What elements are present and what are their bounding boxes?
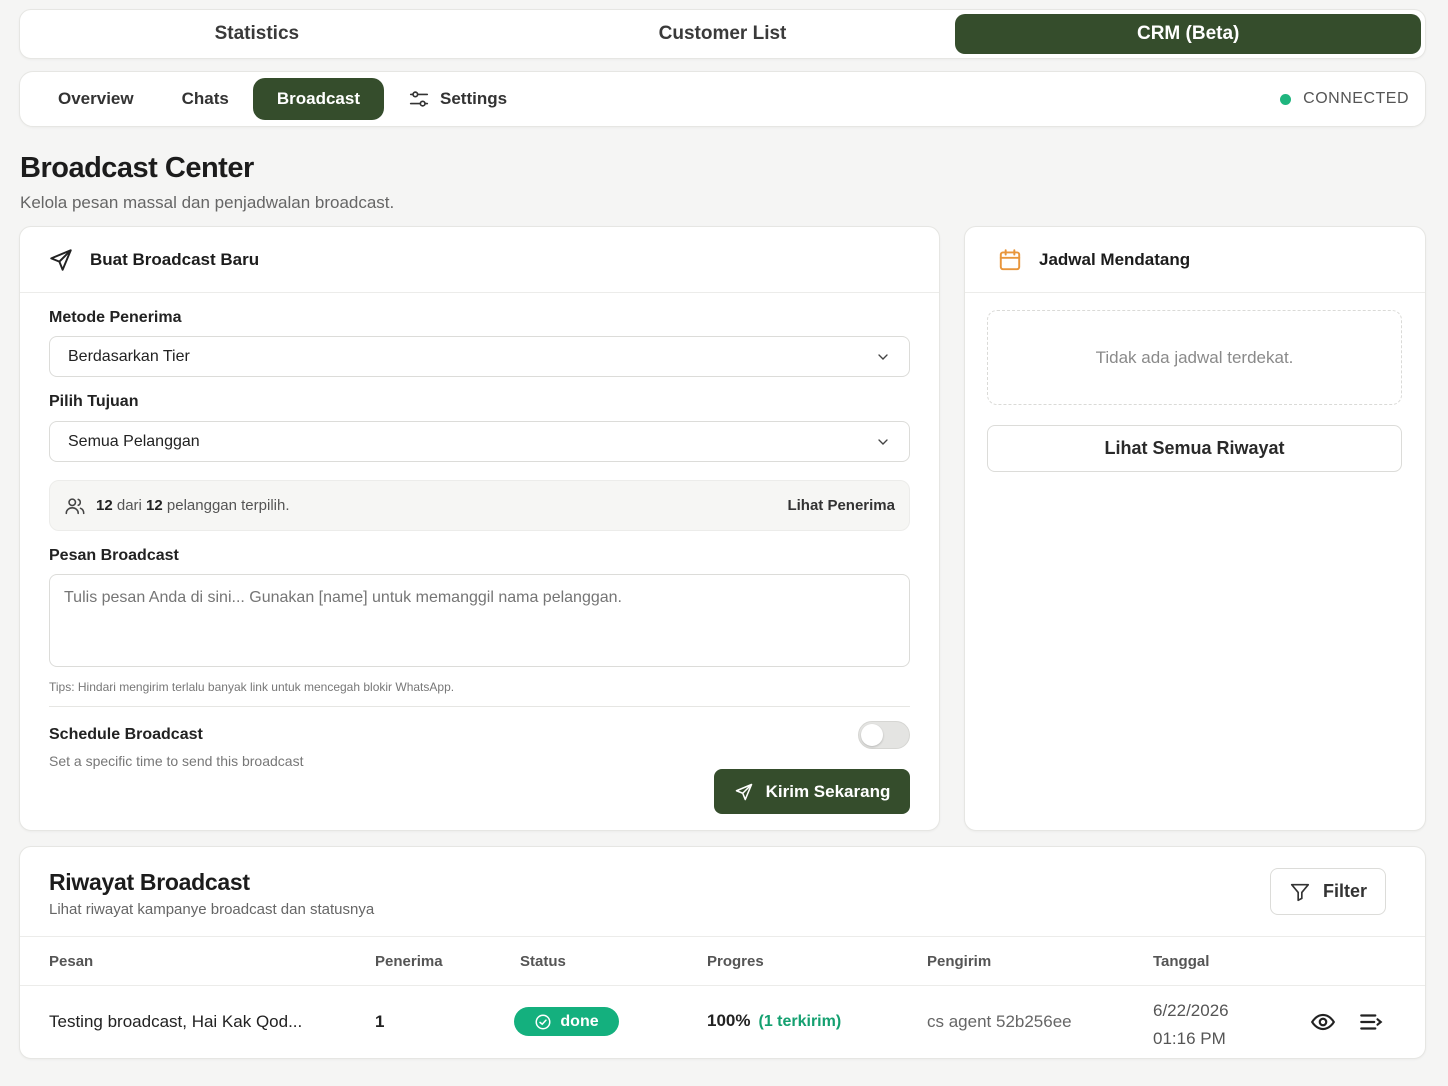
chevron-down-icon <box>878 353 888 360</box>
progress-percent: 100% <box>707 1011 751 1030</box>
column-header: Status <box>520 953 566 970</box>
filter-icon <box>1290 883 1310 901</box>
row-message: Testing broadcast, Hai Kak Qod... <box>49 1012 303 1031</box>
tips-text: Tips: Hindari mengirim terlalu banyak li… <box>49 680 455 694</box>
tab-crm-beta[interactable]: CRM (Beta) <box>955 14 1422 54</box>
column-header: Tanggal <box>1153 953 1210 970</box>
row-date-time: 01:16 PM <box>1153 1029 1226 1048</box>
send-now-label: Kirim Sekarang <box>765 781 891 801</box>
schedule-subtitle: Set a specific time to send this broadca… <box>49 753 304 769</box>
empty-schedule-box: Tidak ada jadwal terdekat. <box>987 310 1402 405</box>
upcoming-title: Jadwal Mendatang <box>1039 249 1191 269</box>
progress-sent: (1 terkirim) <box>758 1013 842 1030</box>
row-date-day: 6/22/2026 <box>1153 1001 1229 1020</box>
new-broadcast-header: Buat Broadcast Baru <box>20 227 939 293</box>
new-broadcast-title: Buat Broadcast Baru <box>90 249 260 269</box>
new-broadcast-card: Buat Broadcast Baru Metode Penerima Berd… <box>19 226 940 831</box>
upcoming-schedule-card: Jadwal Mendatang Tidak ada jadwal terdek… <box>964 226 1426 831</box>
eye-icon[interactable] <box>1310 1009 1336 1035</box>
upcoming-header: Jadwal Mendatang <box>965 227 1425 293</box>
schedule-toggle[interactable] <box>858 721 910 749</box>
sub-tab-settings[interactable]: Settings <box>384 78 531 120</box>
recipients-summary: 12 dari 12 pelanggan terpilih. Lihat Pen… <box>49 480 910 531</box>
target-label: Pilih Tujuan <box>49 393 139 410</box>
connection-status: CONNECTED <box>1280 90 1411 108</box>
status-badge: done <box>514 1007 619 1036</box>
sub-tab-overview[interactable]: Overview <box>34 78 158 120</box>
recipients-suffix: pelanggan terpilih. <box>166 497 290 514</box>
sub-tab-broadcast[interactable]: Broadcast <box>252 78 384 120</box>
calendar-icon <box>999 248 1021 270</box>
check-circle-icon <box>535 1014 551 1029</box>
recipients-count: 12 dari 12 pelanggan terpilih. <box>96 497 290 514</box>
table-header: Pesan Penerima Status Progres Pengirim T… <box>20 936 1425 986</box>
send-icon <box>735 783 752 800</box>
send-now-button[interactable]: Kirim Sekarang <box>714 769 910 814</box>
users-icon <box>65 497 85 514</box>
history-title: Riwayat Broadcast <box>49 869 250 895</box>
history-subtitle: Lihat riwayat kampanye broadcast dan sta… <box>49 901 375 918</box>
sub-tab-label: Settings <box>439 89 508 108</box>
sub-tab-chats[interactable]: Chats <box>158 78 253 120</box>
divider <box>49 706 910 707</box>
tab-customer-list[interactable]: Customer List <box>490 14 956 54</box>
details-list-icon[interactable] <box>1358 1009 1384 1035</box>
view-all-history-button[interactable]: Lihat Semua Riwayat <box>987 425 1402 472</box>
message-input[interactable] <box>49 574 910 667</box>
sliders-icon <box>409 91 429 107</box>
sub-tab-label: Broadcast <box>276 89 360 108</box>
message-label: Pesan Broadcast <box>49 547 179 564</box>
toggle-knob <box>861 724 883 746</box>
tab-statistics[interactable]: Statistics <box>24 14 490 54</box>
column-header: Penerima <box>375 953 443 970</box>
target-select[interactable]: Semua Pelanggan <box>49 421 910 462</box>
method-select[interactable]: Berdasarkan Tier <box>49 336 910 377</box>
method-label: Metode Penerima <box>49 309 182 326</box>
sub-tab-label: Chats <box>181 89 229 108</box>
filter-button[interactable]: Filter <box>1270 868 1386 915</box>
status-dot-icon <box>1280 93 1292 105</box>
row-date: 6/22/2026 01:16 PM <box>1153 997 1229 1053</box>
column-header: Pesan <box>49 953 94 970</box>
recipients-selected: 12 <box>96 497 113 514</box>
sub-tab-label: Overview <box>58 89 134 108</box>
filter-label: Filter <box>1322 881 1367 901</box>
view-recipients-link[interactable]: Lihat Penerima <box>787 497 895 514</box>
schedule-title: Schedule Broadcast <box>49 726 203 743</box>
row-recipients: 1 <box>375 1012 385 1031</box>
page-title: Broadcast Center <box>20 152 254 184</box>
send-icon <box>50 248 72 271</box>
top-tab-bar: Statistics Customer List CRM (Beta) <box>19 9 1426 59</box>
column-header: Progres <box>707 953 764 970</box>
sub-nav-bar: Overview Chats Broadcast Settings CONNEC… <box>19 71 1426 127</box>
recipients-total: 12 <box>146 497 163 514</box>
recipients-connector: dari <box>116 497 142 514</box>
column-header: Pengirim <box>927 953 992 970</box>
broadcast-history-card: Riwayat Broadcast Lihat riwayat kampanye… <box>19 846 1426 1059</box>
connection-status-label: CONNECTED <box>1303 90 1409 107</box>
status-label: done <box>560 1012 599 1030</box>
page-subtitle: Kelola pesan massal dan penjadwalan broa… <box>20 193 395 212</box>
empty-schedule-text: Tidak ada jadwal terdekat. <box>1095 347 1294 367</box>
method-select-value: Berdasarkan Tier <box>68 347 190 365</box>
chevron-down-icon <box>878 438 888 445</box>
target-select-value: Semua Pelanggan <box>68 432 200 450</box>
row-progress: 100% (1 terkirim) <box>707 1011 841 1031</box>
row-sender: cs agent 52b256ee <box>927 1012 1072 1031</box>
